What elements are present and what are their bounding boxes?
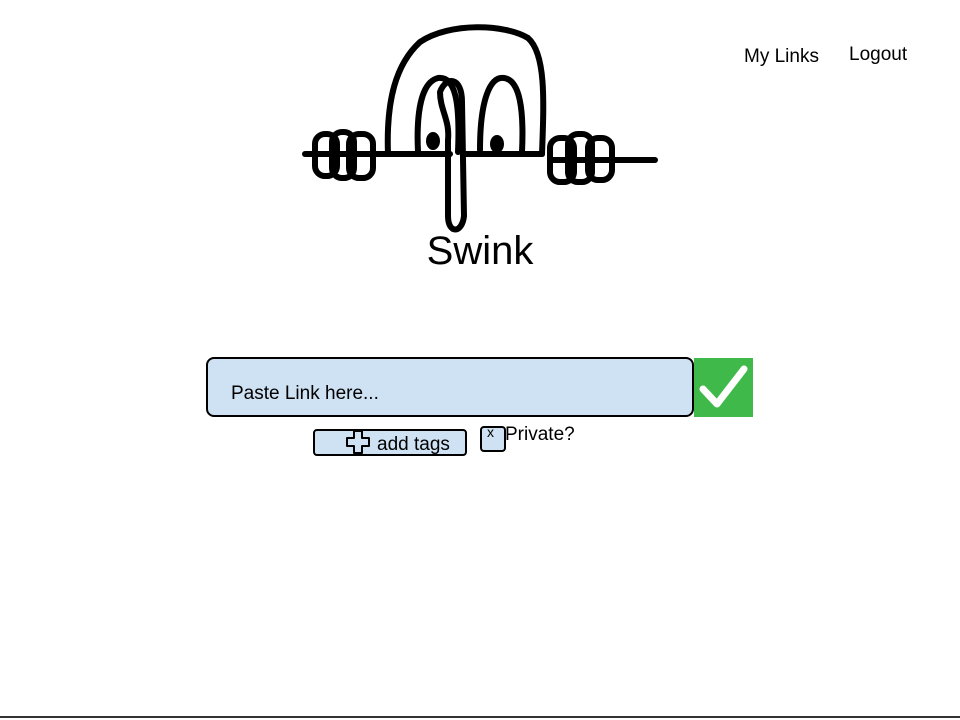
- private-label: Private?: [505, 424, 575, 445]
- link-input[interactable]: [208, 359, 692, 415]
- app-title: Swink: [426, 229, 534, 273]
- nav-logout[interactable]: Logout: [849, 45, 907, 64]
- add-tags-label: add tags: [377, 434, 450, 455]
- add-tags-button[interactable]: add tags: [313, 429, 467, 456]
- submit-button[interactable]: [694, 358, 753, 417]
- bottom-divider: [0, 716, 960, 718]
- private-check-mark: x: [487, 424, 494, 440]
- checkmark-icon: [699, 365, 748, 408]
- logo-mascot-icon: [302, 24, 658, 233]
- link-input-container: [206, 357, 694, 417]
- nav-my-links[interactable]: My Links: [744, 47, 819, 66]
- private-checkbox[interactable]: x: [480, 424, 506, 452]
- plus-icon: [346, 430, 370, 454]
